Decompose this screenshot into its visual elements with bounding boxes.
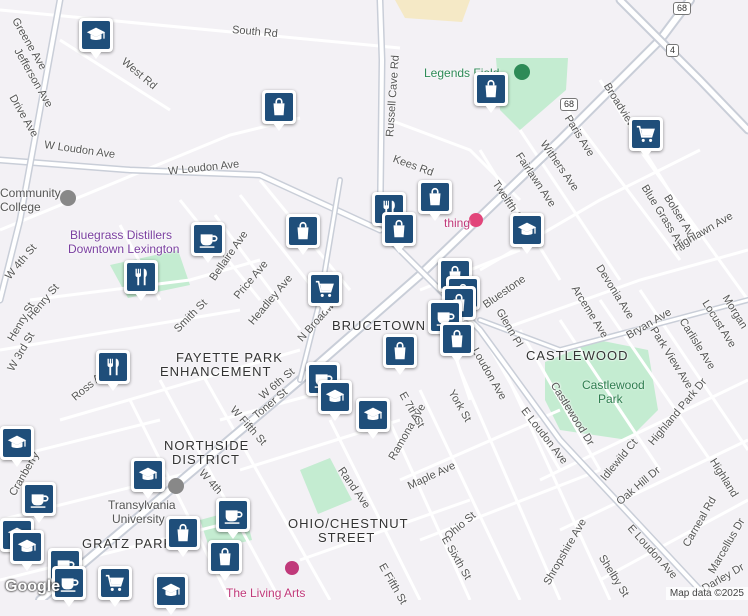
- sand-area: [395, 0, 470, 22]
- shopping-bag-marker[interactable]: [418, 180, 452, 222]
- graduation-cap-marker[interactable]: [131, 458, 165, 500]
- marker-frame: [79, 18, 113, 59]
- park-rand: [300, 458, 352, 514]
- thing-icon: [469, 213, 483, 227]
- marker-frame: [383, 334, 417, 375]
- coffee-icon: [194, 225, 222, 253]
- graduation-cap-icon: [359, 401, 387, 429]
- marker-frame: [308, 272, 342, 313]
- restaurant-icon: [99, 353, 127, 381]
- shopping-bag-icon: [211, 543, 239, 571]
- coffee-icon: [25, 485, 53, 513]
- shopping-bag-icon: [477, 75, 505, 103]
- shopping-bag-icon: [169, 519, 197, 547]
- marker-frame: [440, 322, 474, 363]
- community-college-icon: [60, 190, 76, 206]
- marker-frame: [98, 566, 132, 607]
- graduation-cap-marker[interactable]: [0, 426, 34, 468]
- marker-frame: [154, 574, 188, 615]
- coffee-marker[interactable]: [124, 260, 158, 302]
- graduation-cap-marker[interactable]: [356, 398, 390, 440]
- restaurant-marker[interactable]: [308, 272, 342, 314]
- marker-frame: [131, 458, 165, 499]
- graduation-cap-icon: [13, 533, 41, 561]
- minor-streets: [0, 8, 748, 600]
- shopping-bag-icon: [289, 217, 317, 245]
- marker-frame: [286, 214, 320, 255]
- marker-frame: [124, 260, 158, 301]
- marker-frame: [22, 482, 56, 523]
- coffee-marker[interactable]: [10, 530, 44, 572]
- coffee-marker[interactable]: [98, 566, 132, 608]
- marker-frame: [96, 350, 130, 391]
- marker-frame: [191, 222, 225, 263]
- graduation-cap-icon: [134, 461, 162, 489]
- coffee-icon: [219, 501, 247, 529]
- living-arts-icon: [285, 561, 299, 575]
- graduation-cap-marker[interactable]: [79, 18, 113, 60]
- marker-frame: [262, 90, 296, 131]
- map-attribution[interactable]: Map data ©2025: [665, 587, 748, 600]
- shopping-bag-marker[interactable]: [96, 350, 130, 392]
- marker-frame: [510, 213, 544, 254]
- graduation-cap-marker[interactable]: [510, 213, 544, 255]
- marker-frame: [166, 516, 200, 557]
- shopping-bag-marker[interactable]: [262, 90, 296, 132]
- marker-frame: [629, 117, 663, 158]
- marker-frame: [216, 498, 250, 539]
- graduation-cap-icon: [157, 577, 185, 605]
- map-canvas[interactable]: [0, 0, 748, 600]
- castlewood-park: [545, 340, 658, 440]
- marker-frame: [382, 212, 416, 253]
- marker-frame: [418, 180, 452, 221]
- graduation-cap-icon: [3, 429, 31, 457]
- shopping-cart-icon: [632, 120, 660, 148]
- legends-field-icon: [514, 64, 530, 80]
- graduation-cap-marker[interactable]: [154, 574, 188, 616]
- shopping-bag-icon: [386, 337, 414, 365]
- shopping-cart-icon: [311, 275, 339, 303]
- shopping-bag-marker[interactable]: [286, 214, 320, 256]
- marker-frame: [356, 398, 390, 439]
- transylvania-icon: [168, 478, 184, 494]
- marker-frame: [10, 530, 44, 571]
- restaurant-icon: [127, 263, 155, 291]
- highway-shield-68-mid: 68: [560, 98, 579, 111]
- marker-frame: [318, 380, 352, 421]
- shopping-cart-marker[interactable]: [629, 117, 663, 159]
- shopping-bag-marker[interactable]: [208, 540, 242, 582]
- shopping-bag-marker[interactable]: [383, 334, 417, 376]
- shopping-bag-icon: [265, 93, 293, 121]
- shopping-cart-icon: [101, 569, 129, 597]
- marker-frame: [0, 426, 34, 467]
- coffee-marker[interactable]: [166, 516, 200, 558]
- shopping-bag-icon: [421, 183, 449, 211]
- graduation-cap-icon: [513, 216, 541, 244]
- marker-frame: [208, 540, 242, 581]
- shopping-bag-marker[interactable]: [474, 72, 508, 114]
- shopping-bag-icon: [443, 325, 471, 353]
- highway-shield-68-top: 68: [673, 2, 692, 15]
- shopping-bag-marker[interactable]: [191, 222, 225, 264]
- shopping-bag-marker[interactable]: [382, 212, 416, 254]
- coffee-marker[interactable]: [440, 322, 474, 364]
- highway-shield-4: 4: [666, 44, 680, 57]
- graduation-cap-icon: [321, 383, 349, 411]
- google-logo[interactable]: Google: [5, 578, 60, 596]
- coffee-marker[interactable]: [318, 380, 352, 422]
- marker-frame: [474, 72, 508, 113]
- shopping-bag-icon: [385, 215, 413, 243]
- graduation-cap-marker[interactable]: [216, 498, 250, 540]
- graduation-cap-icon: [82, 21, 110, 49]
